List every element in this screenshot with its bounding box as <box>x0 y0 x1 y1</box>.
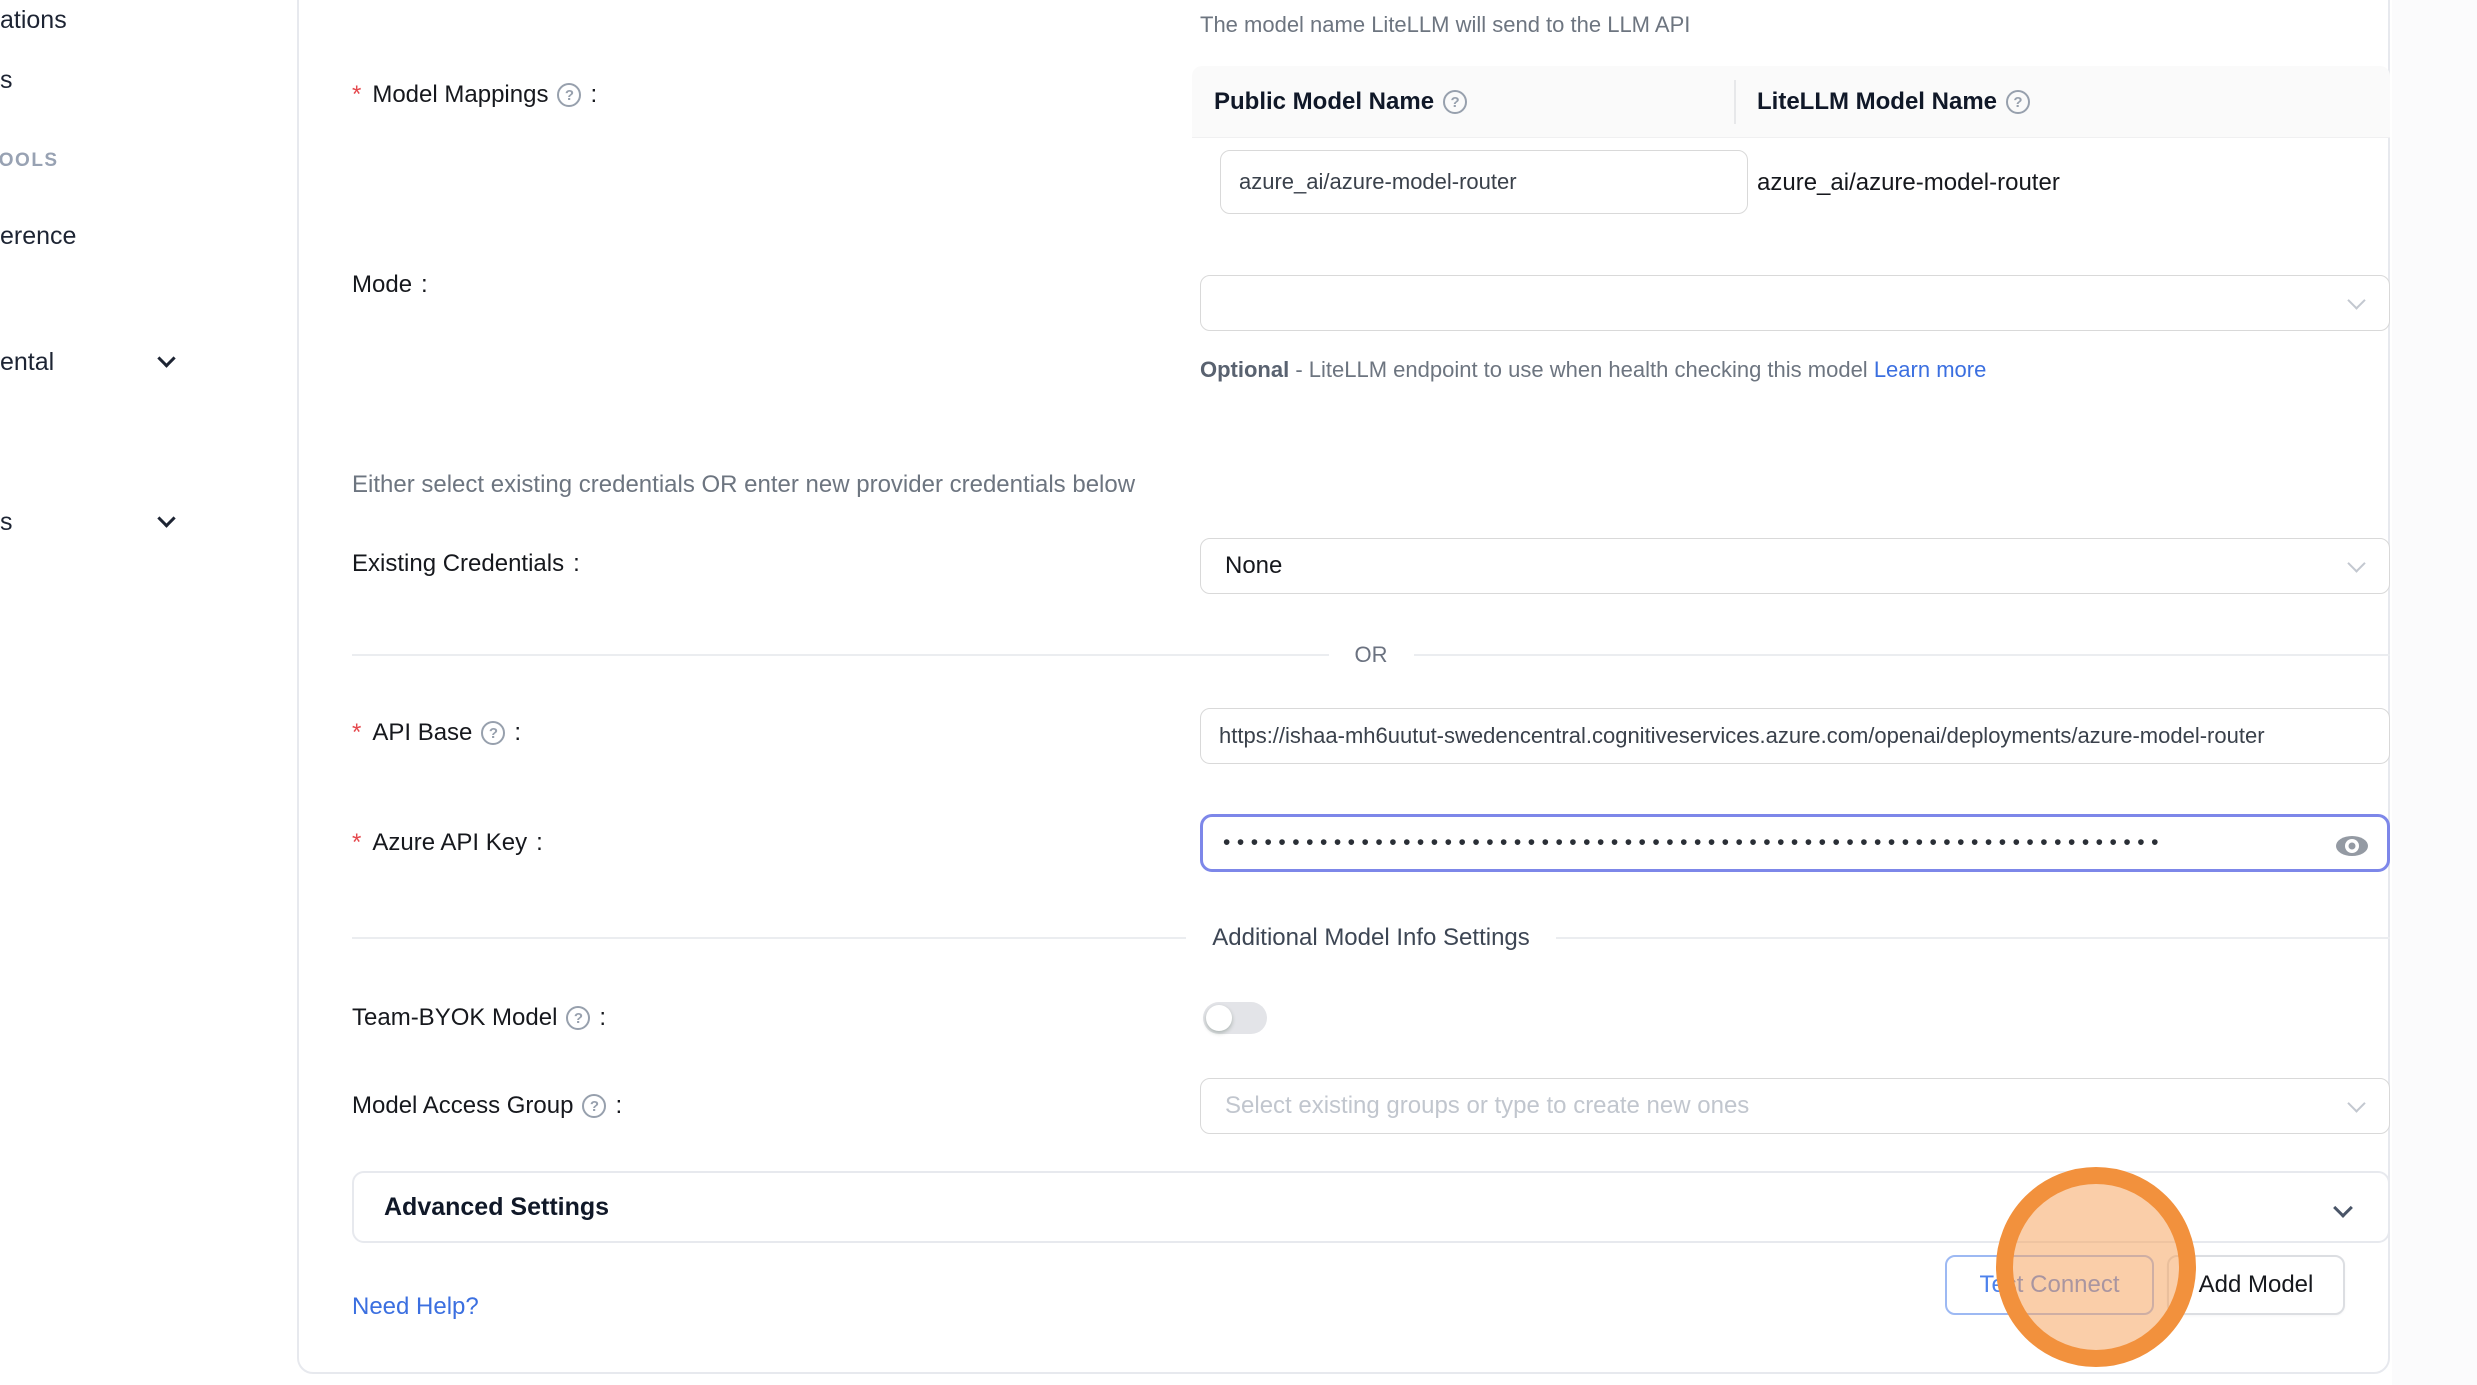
litellm-model-name-value: azure_ai/azure-model-router <box>1757 169 2060 197</box>
credentials-note: Either select existing credentials OR en… <box>352 471 1135 499</box>
sidebar-item-inference[interactable]: erence <box>0 222 76 251</box>
chevron-down-icon[interactable] <box>157 509 175 527</box>
existing-credentials-select[interactable]: None <box>1200 538 2390 594</box>
advanced-settings-title: Advanced Settings <box>384 1193 609 1222</box>
chevron-down-icon[interactable] <box>157 349 175 367</box>
required-asterisk: * <box>352 829 361 857</box>
azure-api-key-input[interactable]: ••••••••••••••••••••••••••••••••••••••••… <box>1200 814 2390 872</box>
sidebar-item-settings[interactable]: s <box>0 508 13 537</box>
sidebar-item-label: s <box>0 508 13 536</box>
divider-line <box>1414 654 2391 656</box>
add-model-button[interactable]: Add Model <box>2167 1255 2345 1315</box>
helper-bold: Optional <box>1200 357 1289 382</box>
colon: : <box>573 550 580 578</box>
page-right-gutter <box>2392 0 2477 1385</box>
helper-text: - LiteLLM endpoint to use when health ch… <box>1289 357 1874 382</box>
add-model-form-card: The model name LiteLLM will send to the … <box>297 0 2390 1374</box>
model-mappings-label: * Model Mappings ? : <box>352 78 597 112</box>
test-connect-button[interactable]: Test Connect <box>1945 1255 2154 1315</box>
sidebar-item-label: ental <box>0 348 54 376</box>
sidebar: ations s TOOLS erence ental s <box>0 0 297 1385</box>
team-byok-toggle[interactable] <box>1203 1002 1267 1034</box>
public-model-name-header: Public Model Name ? <box>1214 66 1467 138</box>
add-model-page: ations s TOOLS erence ental s The model … <box>0 0 2477 1385</box>
model-access-group-select[interactable]: Select existing groups or type to create… <box>1200 1078 2390 1134</box>
chevron-down-icon <box>2347 1094 2365 1112</box>
or-divider: OR <box>352 642 2390 668</box>
azure-api-key-label: * Azure API Key : <box>352 826 543 860</box>
colon: : <box>615 1092 622 1120</box>
learn-more-link[interactable]: Learn more <box>1874 357 1987 382</box>
help-question-icon[interactable]: ? <box>582 1094 606 1118</box>
sidebar-item-experimental[interactable]: ental <box>0 348 54 377</box>
additional-settings-divider: Additional Model Info Settings <box>352 924 2390 952</box>
help-question-icon[interactable]: ? <box>566 1006 590 1030</box>
label-text: Existing Credentials <box>352 550 564 578</box>
sidebar-item-label: erence <box>0 222 76 250</box>
litellm-model-name-header: LiteLLM Model Name ? <box>1757 66 2030 138</box>
label-text: Model Mappings <box>372 81 548 109</box>
sidebar-item-label: ations <box>0 6 67 34</box>
chevron-down-icon <box>2333 1198 2353 1218</box>
label-text: API Base <box>372 719 472 747</box>
label-text: Team-BYOK Model <box>352 1004 557 1032</box>
sidebar-item-organizations[interactable]: ations <box>0 6 67 35</box>
sidebar-item-label: s <box>0 66 13 94</box>
label-text: Azure API Key <box>372 829 527 857</box>
help-question-icon[interactable]: ? <box>1443 90 1467 114</box>
api-base-label: * API Base ? : <box>352 716 521 750</box>
label-text: Mode <box>352 271 412 299</box>
colon: : <box>590 81 597 109</box>
select-placeholder: Select existing groups or type to create… <box>1225 1092 1749 1120</box>
masked-key-value: ••••••••••••••••••••••••••••••••••••••••… <box>1223 831 2165 855</box>
column-separator <box>1734 80 1736 124</box>
model-access-group-label: Model Access Group ? : <box>352 1089 622 1123</box>
mode-select[interactable] <box>1200 275 2390 331</box>
chevron-down-icon <box>2347 554 2365 572</box>
existing-credentials-label: Existing Credentials : <box>352 547 580 581</box>
colon: : <box>514 719 521 747</box>
divider-line <box>1556 937 2390 939</box>
api-base-input[interactable] <box>1200 708 2390 764</box>
required-asterisk: * <box>352 719 361 747</box>
public-model-name-input[interactable] <box>1220 150 1748 214</box>
mode-label: Mode : <box>352 268 428 302</box>
model-name-helper-text: The model name LiteLLM will send to the … <box>1200 12 1690 38</box>
sidebar-section-label: TOOLS <box>0 150 59 171</box>
help-question-icon[interactable]: ? <box>2006 90 2030 114</box>
sidebar-section-tools: TOOLS <box>0 150 59 172</box>
colon: : <box>599 1004 606 1032</box>
help-question-icon[interactable]: ? <box>557 83 581 107</box>
divider-line <box>352 654 1329 656</box>
divider-line <box>352 937 1186 939</box>
help-question-icon[interactable]: ? <box>481 721 505 745</box>
divider-text: Additional Model Info Settings <box>1212 924 1530 952</box>
advanced-settings-panel[interactable]: Advanced Settings <box>352 1171 2390 1243</box>
mode-helper-text: Optional - LiteLLM endpoint to use when … <box>1200 350 2000 390</box>
team-byok-label: Team-BYOK Model ? : <box>352 1001 606 1035</box>
label-text: Model Access Group <box>352 1092 573 1120</box>
chevron-down-icon <box>2347 291 2365 309</box>
header-text: LiteLLM Model Name <box>1757 88 1997 116</box>
need-help-link[interactable]: Need Help? <box>352 1293 479 1321</box>
colon: : <box>536 829 543 857</box>
select-value: None <box>1225 552 1282 580</box>
model-mappings-table-header: Public Model Name ? LiteLLM Model Name ? <box>1192 66 2390 138</box>
required-asterisk: * <box>352 81 361 109</box>
toggle-knob <box>1206 1005 1232 1031</box>
eye-icon[interactable] <box>2335 833 2369 859</box>
colon: : <box>421 271 428 299</box>
sidebar-item-users[interactable]: s <box>0 66 13 95</box>
divider-text: OR <box>1355 642 1388 668</box>
header-text: Public Model Name <box>1214 88 1434 116</box>
